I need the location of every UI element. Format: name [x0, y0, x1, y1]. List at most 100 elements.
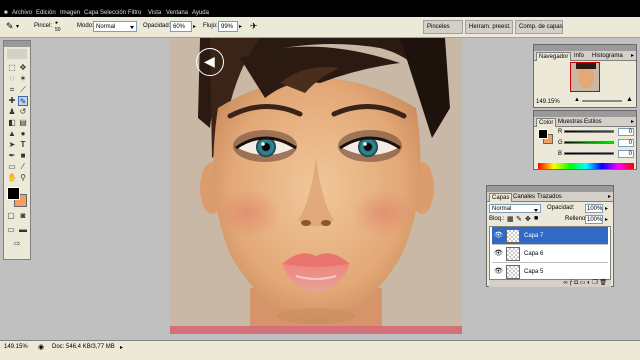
opacity-chevron-icon[interactable]: ▸: [605, 205, 608, 212]
link-icon[interactable]: ∞: [563, 280, 567, 286]
airbrush-icon[interactable]: ✈: [250, 21, 258, 32]
stamp-tool-icon[interactable]: ♟: [7, 107, 17, 117]
menu-ventana[interactable]: Ventana: [166, 10, 188, 16]
menu-ayuda[interactable]: Ayuda: [192, 10, 209, 16]
brush-dot-icon[interactable]: ●: [55, 20, 58, 26]
layer-name[interactable]: Capa 6: [524, 251, 543, 257]
lasso-tool-icon[interactable]: ◌: [7, 74, 17, 84]
tab-navegador[interactable]: Navegador: [536, 52, 572, 61]
flow-chevron-icon[interactable]: ▸: [239, 23, 242, 30]
layer-name[interactable]: Capa 7: [524, 233, 543, 239]
lock-position-icon[interactable]: ✥: [525, 215, 531, 223]
well-tab-comp[interactable]: Comp. de capas: [515, 20, 563, 34]
panel-menu-icon[interactable]: ▸: [631, 118, 634, 125]
color-ramp[interactable]: [538, 163, 634, 169]
layer-row-capa-6[interactable]: 👁 Capa 6: [492, 245, 608, 263]
brush-size[interactable]: 50: [55, 27, 61, 33]
mode-select[interactable]: Normal: [93, 21, 137, 32]
zoom-tool-icon[interactable]: ⚲: [18, 173, 28, 183]
layer-opacity-input[interactable]: 100%: [585, 204, 603, 213]
tab-capas[interactable]: Capas: [489, 193, 513, 202]
gradient-tool-icon[interactable]: ▤: [18, 118, 28, 128]
new-layer-icon[interactable]: ❐: [592, 280, 597, 286]
layer-row-capa-5[interactable]: 👁 Capa 5: [492, 263, 608, 279]
tab-muestras[interactable]: Muestras: [556, 118, 585, 127]
blur-tool-icon[interactable]: ▲: [7, 129, 17, 139]
foreground-color-swatch[interactable]: [7, 187, 20, 200]
well-tab-herram[interactable]: Herram. preest.: [465, 20, 513, 34]
path-selection-icon[interactable]: ➤: [7, 140, 17, 150]
dodge-tool-icon[interactable]: ●: [18, 129, 28, 139]
adjustment-layer-icon[interactable]: ◐: [587, 280, 591, 286]
screen-mode-full-icon[interactable]: ▬: [18, 225, 28, 235]
tab-info[interactable]: Info: [572, 52, 586, 61]
new-set-icon[interactable]: ▭: [580, 280, 586, 286]
status-zoom[interactable]: 149.15%: [4, 344, 28, 350]
lock-all-icon[interactable]: ■: [534, 215, 538, 222]
layer-name[interactable]: Capa 5: [524, 269, 543, 275]
zoom-slider[interactable]: [582, 100, 622, 102]
add-mask-icon[interactable]: ◘: [574, 280, 578, 286]
type-tool-icon[interactable]: T: [18, 140, 28, 150]
fill-input[interactable]: 100%: [585, 215, 603, 224]
tool-preset-chevron-icon[interactable]: ▾: [16, 23, 19, 30]
tab-histograma[interactable]: Histograma: [590, 52, 625, 61]
menu-vista[interactable]: Vista: [148, 10, 161, 16]
opacity-chevron-icon[interactable]: ▸: [193, 23, 196, 30]
tab-color[interactable]: Color: [536, 118, 557, 127]
b-slider[interactable]: [564, 152, 614, 155]
tab-canales[interactable]: Canales: [511, 193, 537, 202]
status-menu-icon[interactable]: ▸: [120, 344, 123, 351]
g-value[interactable]: 0: [618, 139, 634, 147]
shape-tool-icon[interactable]: ■: [18, 151, 28, 161]
blend-mode-select[interactable]: Normal: [489, 204, 541, 213]
menu-archivo[interactable]: Archivo: [12, 10, 32, 16]
panel-menu-icon[interactable]: ▸: [631, 52, 634, 59]
hand-tool-icon[interactable]: ✋: [7, 173, 17, 183]
slice-tool-icon[interactable]: ⟋: [18, 85, 28, 95]
ps-logo-icon[interactable]: ■: [4, 10, 8, 16]
panel-menu-icon[interactable]: ▸: [608, 193, 611, 200]
menu-seleccion[interactable]: Selección: [100, 10, 126, 16]
healing-tool-icon[interactable]: ✚: [7, 96, 17, 106]
visibility-eye-icon[interactable]: 👁: [494, 250, 503, 258]
notes-tool-icon[interactable]: ▭: [7, 162, 17, 172]
layer-style-icon[interactable]: ƒ: [569, 280, 572, 286]
magic-wand-tool-icon[interactable]: ✶: [18, 74, 28, 84]
menu-imagen[interactable]: Imagen: [60, 10, 80, 16]
document-canvas[interactable]: ◀: [170, 38, 462, 334]
well-tab-pinceles[interactable]: Pinceles: [423, 20, 463, 34]
marquee-tool-icon[interactable]: ⬚: [7, 63, 17, 73]
trash-icon[interactable]: 🗑: [599, 280, 607, 286]
screen-mode-standard-icon[interactable]: ▭: [6, 225, 16, 235]
navigator-thumbnail[interactable]: [570, 62, 600, 92]
jump-to-imageready-icon[interactable]: ⇨: [12, 239, 22, 249]
visibility-eye-icon[interactable]: 👁: [494, 232, 503, 240]
flow-input[interactable]: 99%: [218, 21, 238, 32]
crop-tool-icon[interactable]: ⌗: [7, 85, 17, 95]
zoom-out-icon[interactable]: ▲: [574, 97, 580, 103]
quickmask-mode-icon[interactable]: ◙: [18, 211, 28, 221]
lock-transparency-icon[interactable]: ▦: [507, 215, 514, 223]
menu-filtro[interactable]: Filtro: [128, 10, 141, 16]
eraser-tool-icon[interactable]: ◧: [7, 118, 17, 128]
eyedropper-tool-icon[interactable]: ⁄: [18, 162, 28, 172]
opacity-input[interactable]: 60%: [170, 21, 192, 32]
b-value[interactable]: 0: [618, 150, 634, 158]
lock-pixels-icon[interactable]: ✎: [516, 215, 522, 223]
menu-capa[interactable]: Capa: [84, 10, 98, 16]
g-slider[interactable]: [564, 141, 614, 144]
pen-tool-icon[interactable]: ✒: [7, 151, 17, 161]
fg-color-swatch[interactable]: [538, 129, 548, 139]
tab-trazados[interactable]: Trazados: [535, 193, 564, 202]
move-tool-icon[interactable]: ✥: [18, 63, 28, 73]
navigator-zoom[interactable]: 149.15%: [536, 99, 560, 105]
brush-tool-icon[interactable]: ✎: [6, 21, 14, 32]
r-slider[interactable]: [564, 130, 614, 133]
brush-tool-icon[interactable]: ✎: [18, 96, 28, 106]
visibility-eye-icon[interactable]: 👁: [494, 268, 503, 276]
r-value[interactable]: 0: [618, 128, 634, 136]
zoom-in-icon[interactable]: ▲: [626, 96, 633, 103]
menu-edicion[interactable]: Edición: [36, 10, 56, 16]
layer-row-capa-7[interactable]: 👁 Capa 7: [492, 227, 608, 245]
